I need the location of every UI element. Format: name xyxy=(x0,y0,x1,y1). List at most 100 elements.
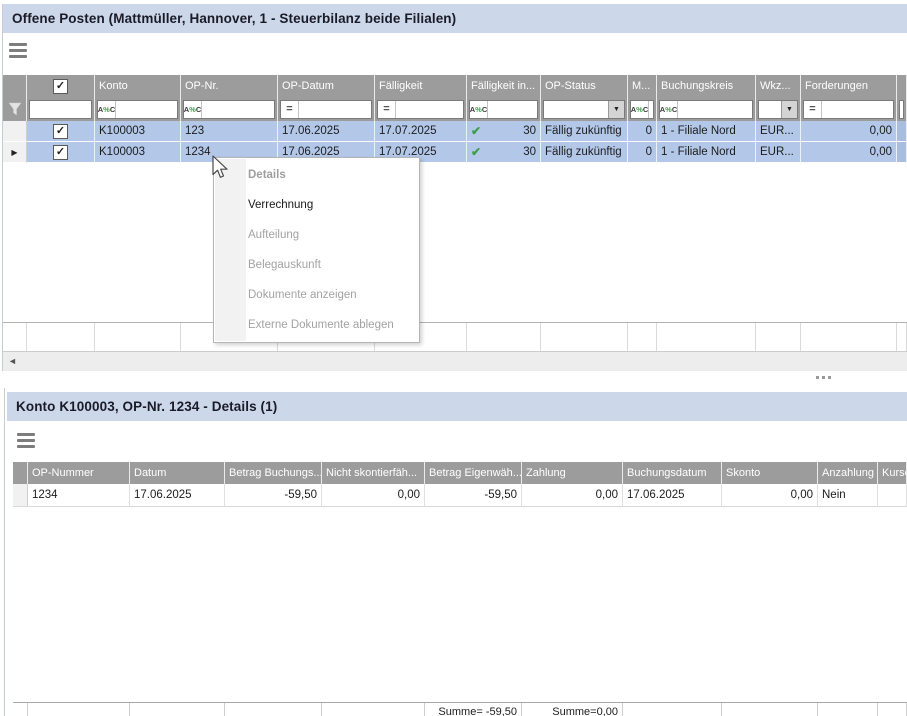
menu-item-dokumente-anzeigen[interactable]: Dokumente anzeigen xyxy=(214,280,419,310)
cell-clipped xyxy=(897,121,907,142)
filter-select-wkz[interactable]: ▼ xyxy=(758,100,798,119)
cell-nicht-skontierfaehig: 0,00 xyxy=(322,484,425,507)
chevron-down-icon: ▼ xyxy=(786,106,793,113)
cell-skonto: 0,00 xyxy=(722,484,818,507)
cell-op-status: Fällig zukünftig xyxy=(541,142,628,163)
row-checkbox-cell[interactable]: ✓ xyxy=(27,142,95,163)
status-check-icon: ✔ xyxy=(471,124,481,138)
column-header-skonto[interactable]: Skonto xyxy=(722,462,818,484)
filter-input-op-nr[interactable]: A%C xyxy=(183,100,275,119)
column-header-faelligkeit-in[interactable]: Fälligkeit in... xyxy=(467,75,541,97)
column-header-buchungsdatum[interactable]: Buchungsdatum xyxy=(623,462,722,484)
column-header-zahlung[interactable]: Zahlung xyxy=(522,462,623,484)
cell-op-datum: 17.06.2025 xyxy=(278,121,375,142)
menu-item-belegauskunft[interactable]: Belegauskunft xyxy=(214,250,419,280)
column-header-m[interactable]: M... xyxy=(628,75,657,97)
cell-m: 0 xyxy=(628,121,657,142)
cell-zahlung: 0,00 xyxy=(522,484,623,507)
cell-faelligkeit: 17.07.2025 xyxy=(375,121,467,142)
filter-funnel-icon xyxy=(8,102,22,116)
filter-input-checkbox-col[interactable] xyxy=(29,100,92,119)
filter-row-indicator xyxy=(3,97,27,121)
column-header-nicht-skontierfaehig[interactable]: Nicht skontierfäh... xyxy=(322,462,425,484)
cell-anzahlung: Nein xyxy=(818,484,878,507)
filter-input-buchungskreis[interactable]: A%C xyxy=(659,100,753,119)
context-menu: Details Verrechnung Aufteilung Belegausk… xyxy=(213,157,420,343)
row-checkbox[interactable]: ✓ xyxy=(53,124,68,139)
details-table-header: OP-Nummer Datum Betrag Buchungs... Nicht… xyxy=(13,462,907,484)
filter-input-faelligkeit-in[interactable]: A%C xyxy=(469,100,538,119)
text-filter-mode-icon[interactable]: A%C xyxy=(184,101,202,118)
hamburger-icon xyxy=(17,433,35,436)
row-checkbox-cell[interactable]: ✓ xyxy=(27,121,95,142)
chevron-down-icon: ▼ xyxy=(613,106,620,113)
cell-op-status: Fällig zukünftig xyxy=(541,121,628,142)
open-items-filter-row: A%C A%C = = A%C ▼ A%C A%C ▼ = xyxy=(3,97,907,121)
row-checkbox[interactable]: ✓ xyxy=(53,145,68,160)
cell-datum: 17.06.2025 xyxy=(130,484,225,507)
cell-buchungsdatum: 17.06.2025 xyxy=(623,484,722,507)
column-header-buchungskreis[interactable]: Buchungskreis xyxy=(657,75,756,97)
text-filter-mode-icon[interactable]: A%C xyxy=(98,101,116,118)
dropdown-button[interactable]: ▼ xyxy=(608,101,624,118)
column-header-op-datum[interactable]: OP-Datum xyxy=(278,75,375,97)
equals-filter-mode-icon[interactable]: = xyxy=(378,101,396,118)
column-header-faelligkeit[interactable]: Fälligkeit xyxy=(375,75,467,97)
filter-input-m[interactable]: A%C xyxy=(630,100,654,119)
column-header-forderungen[interactable]: Forderungen xyxy=(801,75,897,97)
cell-konto: K100003 xyxy=(95,121,181,142)
horizontal-scrollbar[interactable]: ◄ xyxy=(3,352,907,371)
summary-betrag-eigenwaehrung: Summe= -59,50 xyxy=(425,703,522,716)
column-header-betrag-buchung[interactable]: Betrag Buchungs... xyxy=(225,462,322,484)
bottom-panel-menu-button[interactable] xyxy=(17,433,35,448)
panel-splitter-grip[interactable] xyxy=(816,376,831,379)
scroll-left-arrow-icon[interactable]: ◄ xyxy=(8,357,17,366)
column-header-wkz[interactable]: Wkz... xyxy=(756,75,801,97)
column-header-konto[interactable]: Konto xyxy=(95,75,181,97)
column-header-op-nummer[interactable]: OP-Nummer xyxy=(28,462,130,484)
filter-input-faelligkeit[interactable]: = xyxy=(377,100,464,119)
filter-input-clipped xyxy=(899,100,904,119)
dropdown-button[interactable]: ▼ xyxy=(781,101,797,118)
column-header-betrag-eigenwaehrung[interactable]: Betrag Eigenwäh... xyxy=(425,462,522,484)
menu-item-verrechnung[interactable]: Verrechnung xyxy=(214,190,419,220)
text-filter-mode-icon[interactable]: A%C xyxy=(631,101,649,118)
equals-filter-mode-icon[interactable]: = xyxy=(804,101,822,118)
column-header-op-nr[interactable]: OP-Nr. xyxy=(181,75,278,97)
column-header-datum[interactable]: Datum xyxy=(130,462,225,484)
row-selector-cell[interactable] xyxy=(3,121,27,142)
filter-input-konto[interactable]: A%C xyxy=(97,100,178,119)
column-header-anzahlung[interactable]: Anzahlung xyxy=(818,462,878,484)
column-header-kurs[interactable]: Kurse xyxy=(878,462,907,484)
details-summary-row: Summe= -59,50 Summe=0,00 xyxy=(13,702,907,716)
table-row-op-123[interactable]: ✓ K100003 123 17.06.2025 17.07.2025 ✔ 30… xyxy=(3,121,907,142)
select-all-checkbox[interactable]: ✓ xyxy=(53,79,68,94)
table-row-op-1234[interactable]: ▶ ✓ K100003 1234 17.06.2025 17.07.2025 ✔… xyxy=(3,142,907,163)
menu-item-aufteilung[interactable]: Aufteilung xyxy=(214,220,419,250)
column-header-op-status[interactable]: OP-Status xyxy=(541,75,628,97)
cell-m: 0 xyxy=(628,142,657,163)
open-items-table-header: ✓ Konto OP-Nr. OP-Datum Fälligkeit Fälli… xyxy=(3,75,907,97)
filter-input-forderungen[interactable]: = xyxy=(803,100,894,119)
cell-forderungen: 0,00 xyxy=(801,142,897,163)
menu-item-details[interactable]: Details xyxy=(214,160,419,190)
row-selector-cell[interactable]: ▶ xyxy=(3,142,27,163)
filter-input-op-datum[interactable]: = xyxy=(280,100,372,119)
check-icon: ✓ xyxy=(56,147,65,158)
filter-select-op-status[interactable]: ▼ xyxy=(543,100,625,119)
text-filter-mode-icon[interactable]: A%C xyxy=(660,101,678,118)
text-filter-mode-icon[interactable]: A%C xyxy=(470,101,488,118)
cell-wkz: EUR... xyxy=(756,121,801,142)
check-icon: ✓ xyxy=(56,126,65,137)
cell-faelligkeit-in: ✔ 30 xyxy=(467,142,541,163)
row-selector-header xyxy=(13,462,28,484)
details-table-row[interactable]: 1234 17.06.2025 -59,50 0,00 -59,50 0,00 … xyxy=(13,484,907,507)
cell-buchungskreis: 1 - Filiale Nord xyxy=(657,121,756,142)
top-panel-title: Offene Posten (Mattmüller, Hannover, 1 -… xyxy=(12,11,456,26)
row-selector-cell[interactable] xyxy=(13,484,28,507)
cell-konto: K100003 xyxy=(95,142,181,163)
menu-item-externe-dokumente-ablegen[interactable]: Externe Dokumente ablegen xyxy=(214,310,419,340)
equals-filter-mode-icon[interactable]: = xyxy=(281,101,299,118)
checkbox-column-header[interactable]: ✓ xyxy=(27,75,95,97)
top-panel-menu-button[interactable] xyxy=(9,43,27,58)
